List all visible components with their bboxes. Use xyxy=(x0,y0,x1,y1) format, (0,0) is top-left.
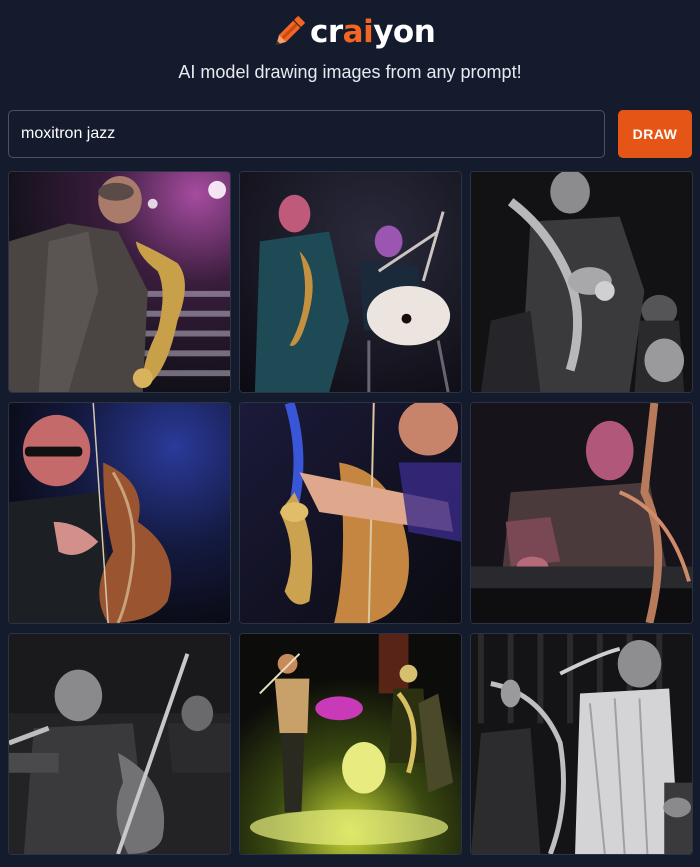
result-image-9[interactable] xyxy=(470,633,693,855)
result-image-6[interactable] xyxy=(470,402,693,624)
result-image-8-art xyxy=(240,634,461,854)
result-image-3[interactable] xyxy=(470,171,693,393)
draw-button[interactable]: DRAW xyxy=(618,110,692,158)
result-image-2-art xyxy=(240,172,461,392)
logo-text-suffix: yon xyxy=(373,14,436,50)
tagline: AI model drawing images from any prompt! xyxy=(178,62,522,82)
result-image-4-art xyxy=(9,403,230,623)
logo-text: craiyon xyxy=(310,14,436,50)
result-image-1[interactable] xyxy=(8,171,231,393)
header: craiyon AI model drawing images from any… xyxy=(0,0,700,100)
prompt-input[interactable] xyxy=(8,110,605,158)
result-image-7-art xyxy=(9,634,230,854)
result-image-8[interactable] xyxy=(239,633,462,855)
result-image-7[interactable] xyxy=(8,633,231,855)
result-image-4[interactable] xyxy=(8,402,231,624)
logo-text-accent: ai xyxy=(342,14,374,50)
craiyon-logo[interactable]: craiyon xyxy=(270,10,436,54)
result-image-9-art xyxy=(471,634,692,854)
result-image-3-art xyxy=(471,172,692,392)
result-image-1-art xyxy=(9,172,230,392)
result-image-5-art xyxy=(240,403,461,623)
result-image-6-art xyxy=(471,403,692,623)
pencil-icon xyxy=(270,12,308,52)
result-image-2[interactable] xyxy=(239,171,462,393)
search-row: DRAW xyxy=(8,110,694,160)
logo-text-prefix: cr xyxy=(310,14,343,50)
results-grid xyxy=(8,171,693,855)
result-image-5[interactable] xyxy=(239,402,462,624)
